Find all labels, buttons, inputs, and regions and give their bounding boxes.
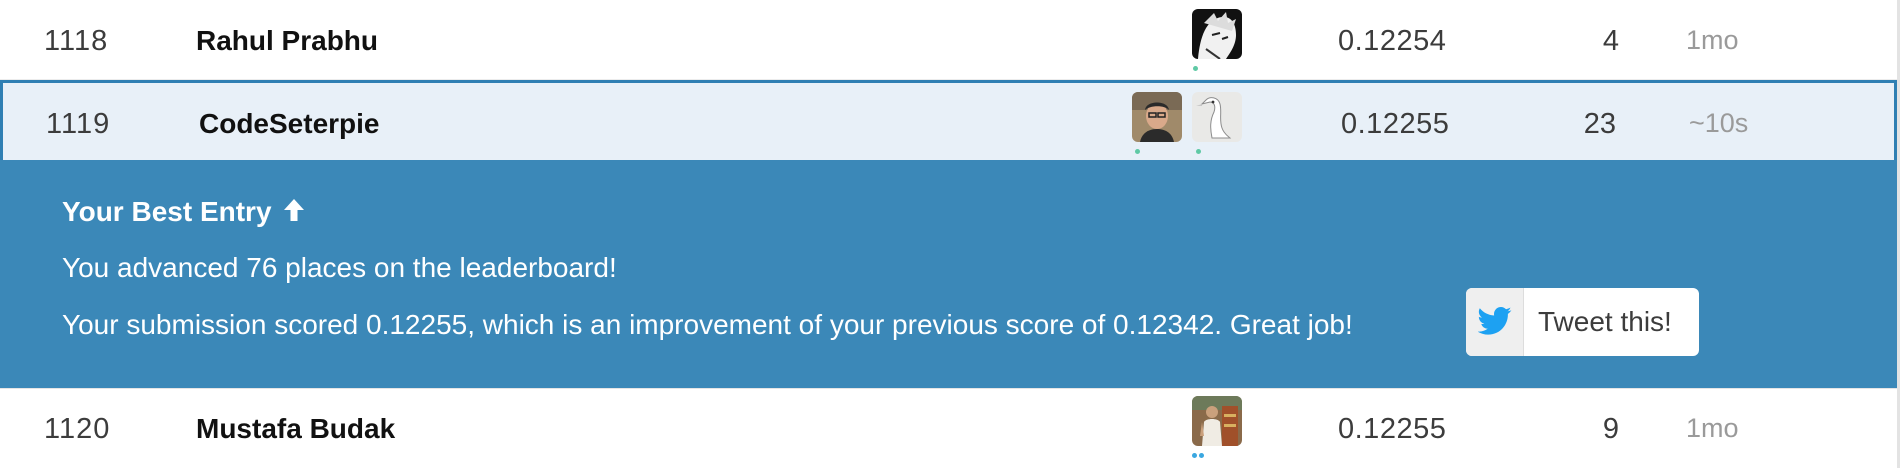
rank-cell: 1120: [44, 413, 111, 445]
member-avatar[interactable]: [1192, 92, 1242, 142]
entries-cell: 23: [1583, 108, 1616, 140]
best-entry-title: Your Best Entry: [62, 196, 306, 230]
online-status-dot: [1199, 453, 1204, 458]
member-avatar[interactable]: [1132, 92, 1182, 142]
online-status-dot: [1192, 453, 1197, 458]
score-cell: 0.12254: [1338, 25, 1447, 57]
score-cell: 0.12255: [1338, 413, 1447, 445]
entries-cell: 4: [1602, 25, 1619, 57]
member-avatar[interactable]: [1192, 9, 1242, 59]
online-status-dot: [1196, 149, 1201, 154]
best-entry-title-text: Your Best Entry: [62, 196, 272, 227]
arrow-up-icon: [282, 197, 306, 230]
rank-cell: 1118: [44, 25, 109, 57]
team-name-link[interactable]: Rahul Prabhu: [196, 25, 378, 57]
places-advanced-text: You advanced 76 places on the leaderboar…: [62, 252, 617, 283]
best-entry-banner: Your Best Entry You advanced 76 places o…: [0, 160, 1897, 388]
score-cell: 0.12255: [1341, 108, 1450, 140]
leaderboard-row[interactable]: 1118 Rahul Prabhu 0.12254 4 1mo: [0, 0, 1897, 80]
leaderboard-row-current-user[interactable]: 1119 CodeSeterpie 0.12255 23 ~10s: [0, 80, 1897, 160]
online-status-dot: [1193, 66, 1198, 71]
rank-cell: 1119: [46, 108, 111, 140]
team-name-link[interactable]: CodeSeterpie: [199, 108, 380, 140]
team-name-link[interactable]: Mustafa Budak: [196, 413, 395, 445]
leaderboard-row[interactable]: 1120 Mustafa Budak 0.12255 9 1mo: [0, 388, 1897, 468]
online-status-dot: [1135, 149, 1140, 154]
last-submission-cell: 1mo: [1686, 25, 1739, 55]
tweet-button-label: Tweet this!: [1538, 306, 1672, 337]
score-improvement-text: Your submission scored 0.12255, which is…: [62, 309, 1353, 340]
tweet-icon-box: [1466, 288, 1524, 356]
last-submission-cell: ~10s: [1689, 108, 1749, 138]
entries-cell: 9: [1602, 413, 1619, 445]
leaderboard: 1118 Rahul Prabhu 0.12254 4 1mo 1119 Cod…: [0, 0, 1900, 468]
member-avatar[interactable]: [1192, 396, 1242, 446]
last-submission-cell: 1mo: [1686, 413, 1739, 443]
tweet-button[interactable]: Tweet this!: [1466, 288, 1699, 356]
